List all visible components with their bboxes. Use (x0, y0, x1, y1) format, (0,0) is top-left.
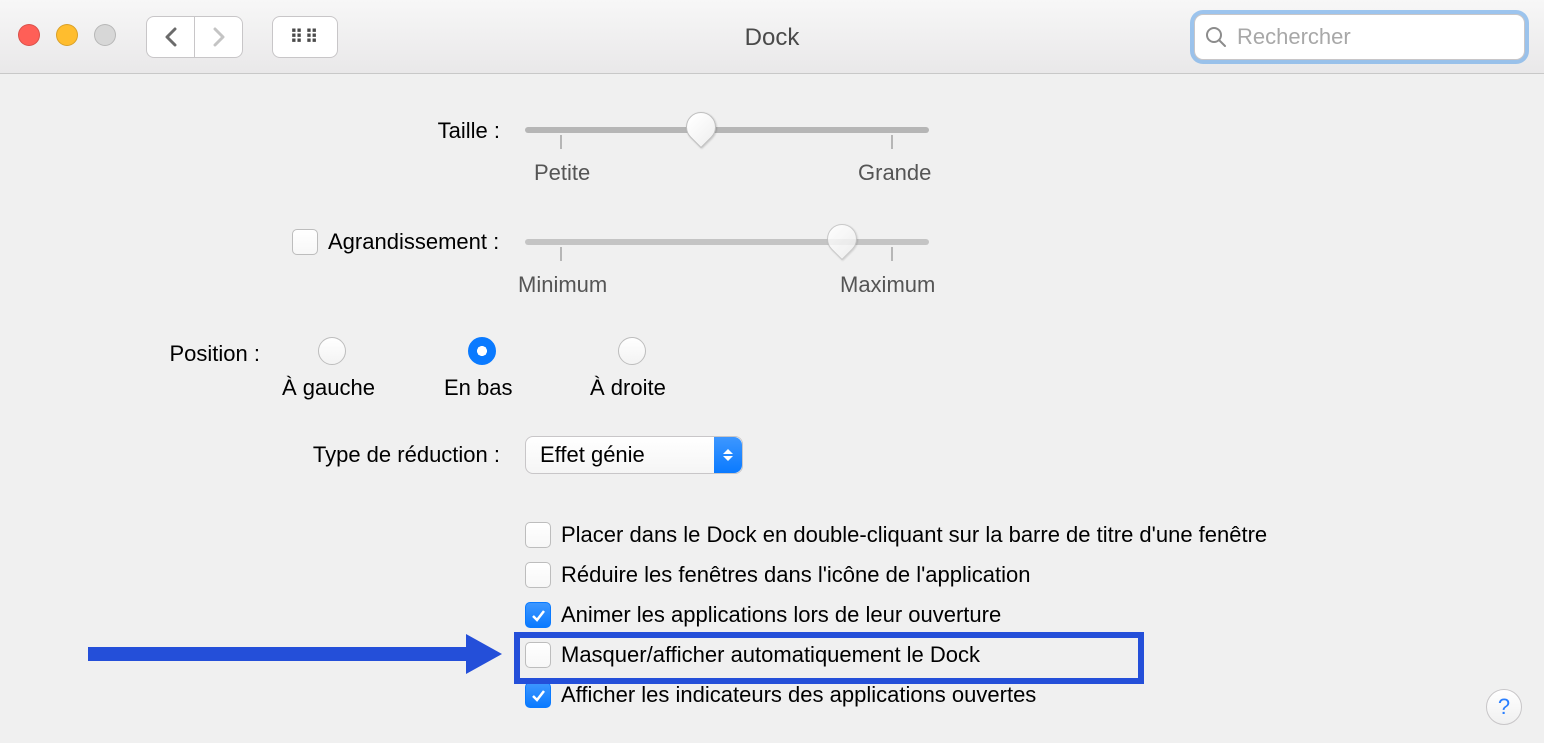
position-right-label: À droite (590, 375, 666, 401)
magnification-slider[interactable] (525, 239, 929, 245)
magnification-label: Agrandissement : (328, 229, 499, 255)
position-left-label: À gauche (282, 375, 375, 401)
show-indicators-row: Afficher les indicateurs des application… (525, 682, 1267, 708)
search-input[interactable] (1235, 23, 1527, 51)
magnification-checkbox[interactable] (292, 229, 318, 255)
preferences-pane: Taille : Petite Grande Agrandissement : … (0, 74, 1544, 743)
show-indicators-label: Afficher les indicateurs des application… (561, 682, 1036, 708)
position-label: Position : (0, 341, 260, 367)
annotation-arrow (88, 634, 508, 674)
size-min-label: Petite (534, 160, 590, 186)
minimize-effect-dropdown[interactable]: Effet génie (525, 436, 743, 474)
mag-tick-min (560, 247, 562, 261)
help-label: ? (1498, 694, 1510, 720)
dblclick-checkbox[interactable] (525, 522, 551, 548)
mag-tick-max (891, 247, 893, 261)
size-tick-min (560, 135, 562, 149)
size-slider[interactable] (525, 127, 929, 133)
position-bottom-label: En bas (444, 375, 513, 401)
animate-open-label: Animer les applications lors de leur ouv… (561, 602, 1001, 628)
reduce-in-icon-label: Réduire les fenêtres dans l'icône de l'a… (561, 562, 1030, 588)
magnification-slider-thumb[interactable] (821, 218, 863, 260)
mag-min-label: Minimum (518, 272, 607, 298)
search-icon (1205, 26, 1227, 48)
dblclick-label: Placer dans le Dock en double-cliquant s… (561, 522, 1267, 548)
annotation-highlight-box (514, 632, 1144, 684)
mag-max-label: Maximum (840, 272, 935, 298)
show-indicators-checkbox[interactable] (525, 682, 551, 708)
search-field[interactable] (1194, 14, 1525, 60)
position-right-radio[interactable] (618, 337, 646, 365)
minimize-effect-value: Effet génie (526, 442, 659, 468)
titlebar: ⠿⠿ Dock (0, 0, 1544, 74)
reduce-in-icon-checkbox[interactable] (525, 562, 551, 588)
magnification-row: Agrandissement : (292, 229, 499, 255)
position-left-radio[interactable] (318, 337, 346, 365)
help-button[interactable]: ? (1486, 689, 1522, 725)
size-max-label: Grande (858, 160, 931, 186)
position-bottom-radio[interactable] (468, 337, 496, 365)
size-tick-max (891, 135, 893, 149)
animate-open-row: Animer les applications lors de leur ouv… (525, 602, 1267, 628)
animate-open-checkbox[interactable] (525, 602, 551, 628)
minimize-type-label: Type de réduction : (0, 442, 500, 468)
dblclick-row: Placer dans le Dock en double-cliquant s… (525, 522, 1267, 548)
size-label: Taille : (0, 118, 500, 144)
reduce-in-icon-row: Réduire les fenêtres dans l'icône de l'a… (525, 562, 1267, 588)
dropdown-arrows-icon (714, 437, 742, 473)
size-slider-thumb[interactable] (680, 106, 722, 148)
